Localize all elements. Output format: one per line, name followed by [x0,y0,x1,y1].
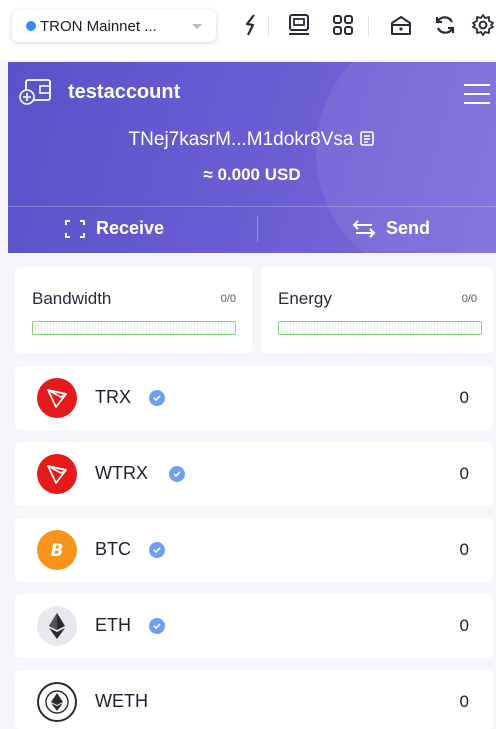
bandwidth-progress-bar [32,321,236,335]
token-row-weth[interactable]: WETH 0 [15,670,493,729]
account-header: testaccount TNej7kasrM...M1dokr8Vsa ≈ 0.… [8,62,496,253]
token-row-btc[interactable]: B BTC 0 [15,518,493,582]
chevron-down-icon [192,24,202,29]
svg-text:B: B [51,541,64,561]
transfer-icon [352,219,376,238]
copy-icon[interactable] [359,130,375,153]
divider [8,206,496,207]
token-balance: 0 [459,540,469,559]
btc-logo-icon: B [37,530,77,570]
grid-icon[interactable] [330,12,356,38]
trx-logo-icon [37,378,77,418]
resource-value: 0/0 [220,293,236,305]
account-name[interactable]: testaccount [68,81,180,104]
settings-icon[interactable] [470,12,496,38]
network-selector[interactable]: TRON Mainnet ... [12,10,216,42]
top-toolbar: TRON Mainnet ... [0,0,496,60]
divider [257,216,258,242]
verified-icon [149,618,165,634]
account-balance: ≈ 0.000 USD [203,165,301,184]
token-balance: 0 [459,616,469,635]
eth-logo-icon [37,606,77,646]
verified-icon [149,542,165,558]
toolbar-divider [268,16,269,36]
account-address: TNej7kasrM...M1dokr8Vsa [8,129,496,153]
token-symbol: TRX [95,387,131,407]
network-status-dot [26,21,36,31]
address-text: TNej7kasrM...M1dokr8Vsa [128,129,354,150]
network-label: TRON Mainnet ... [40,17,157,35]
bandwidth-card[interactable]: Bandwidth 0/0 [15,267,252,353]
toolbar-divider [368,16,369,36]
weth-logo-icon [37,682,77,722]
receive-button[interactable]: Receive [64,218,164,239]
resource-name: Energy [278,289,332,308]
wallet-icon[interactable] [18,78,52,111]
token-balance: 0 [459,388,469,407]
resource-value: 0/0 [461,293,477,305]
energy-card[interactable]: Energy 0/0 [261,267,493,353]
menu-icon[interactable] [462,82,492,111]
receive-label: Receive [96,218,165,238]
verified-icon [169,466,185,482]
token-row-eth[interactable]: ETH 0 [15,594,493,658]
verified-icon [149,390,165,406]
token-row-wtrx[interactable]: WTRX 0 [15,442,493,506]
send-label: Send [386,218,431,238]
token-symbol: WETH [95,691,148,711]
token-row-trx[interactable]: TRX 0 [15,366,493,430]
lock-icon[interactable] [388,12,414,38]
token-balance: 0 [459,692,469,711]
token-balance: 0 [459,464,469,483]
send-button[interactable]: Send [352,218,430,239]
token-symbol: WTRX [95,463,148,483]
energy-icon[interactable] [238,12,264,38]
resource-name: Bandwidth [32,289,112,308]
wtrx-logo-icon [37,454,77,494]
token-symbol: ETH [95,615,131,635]
scan-icon [65,219,85,238]
ledger-icon[interactable] [286,12,312,38]
refresh-icon[interactable] [432,12,458,38]
token-symbol: BTC [95,539,131,559]
energy-progress-bar [278,321,482,335]
